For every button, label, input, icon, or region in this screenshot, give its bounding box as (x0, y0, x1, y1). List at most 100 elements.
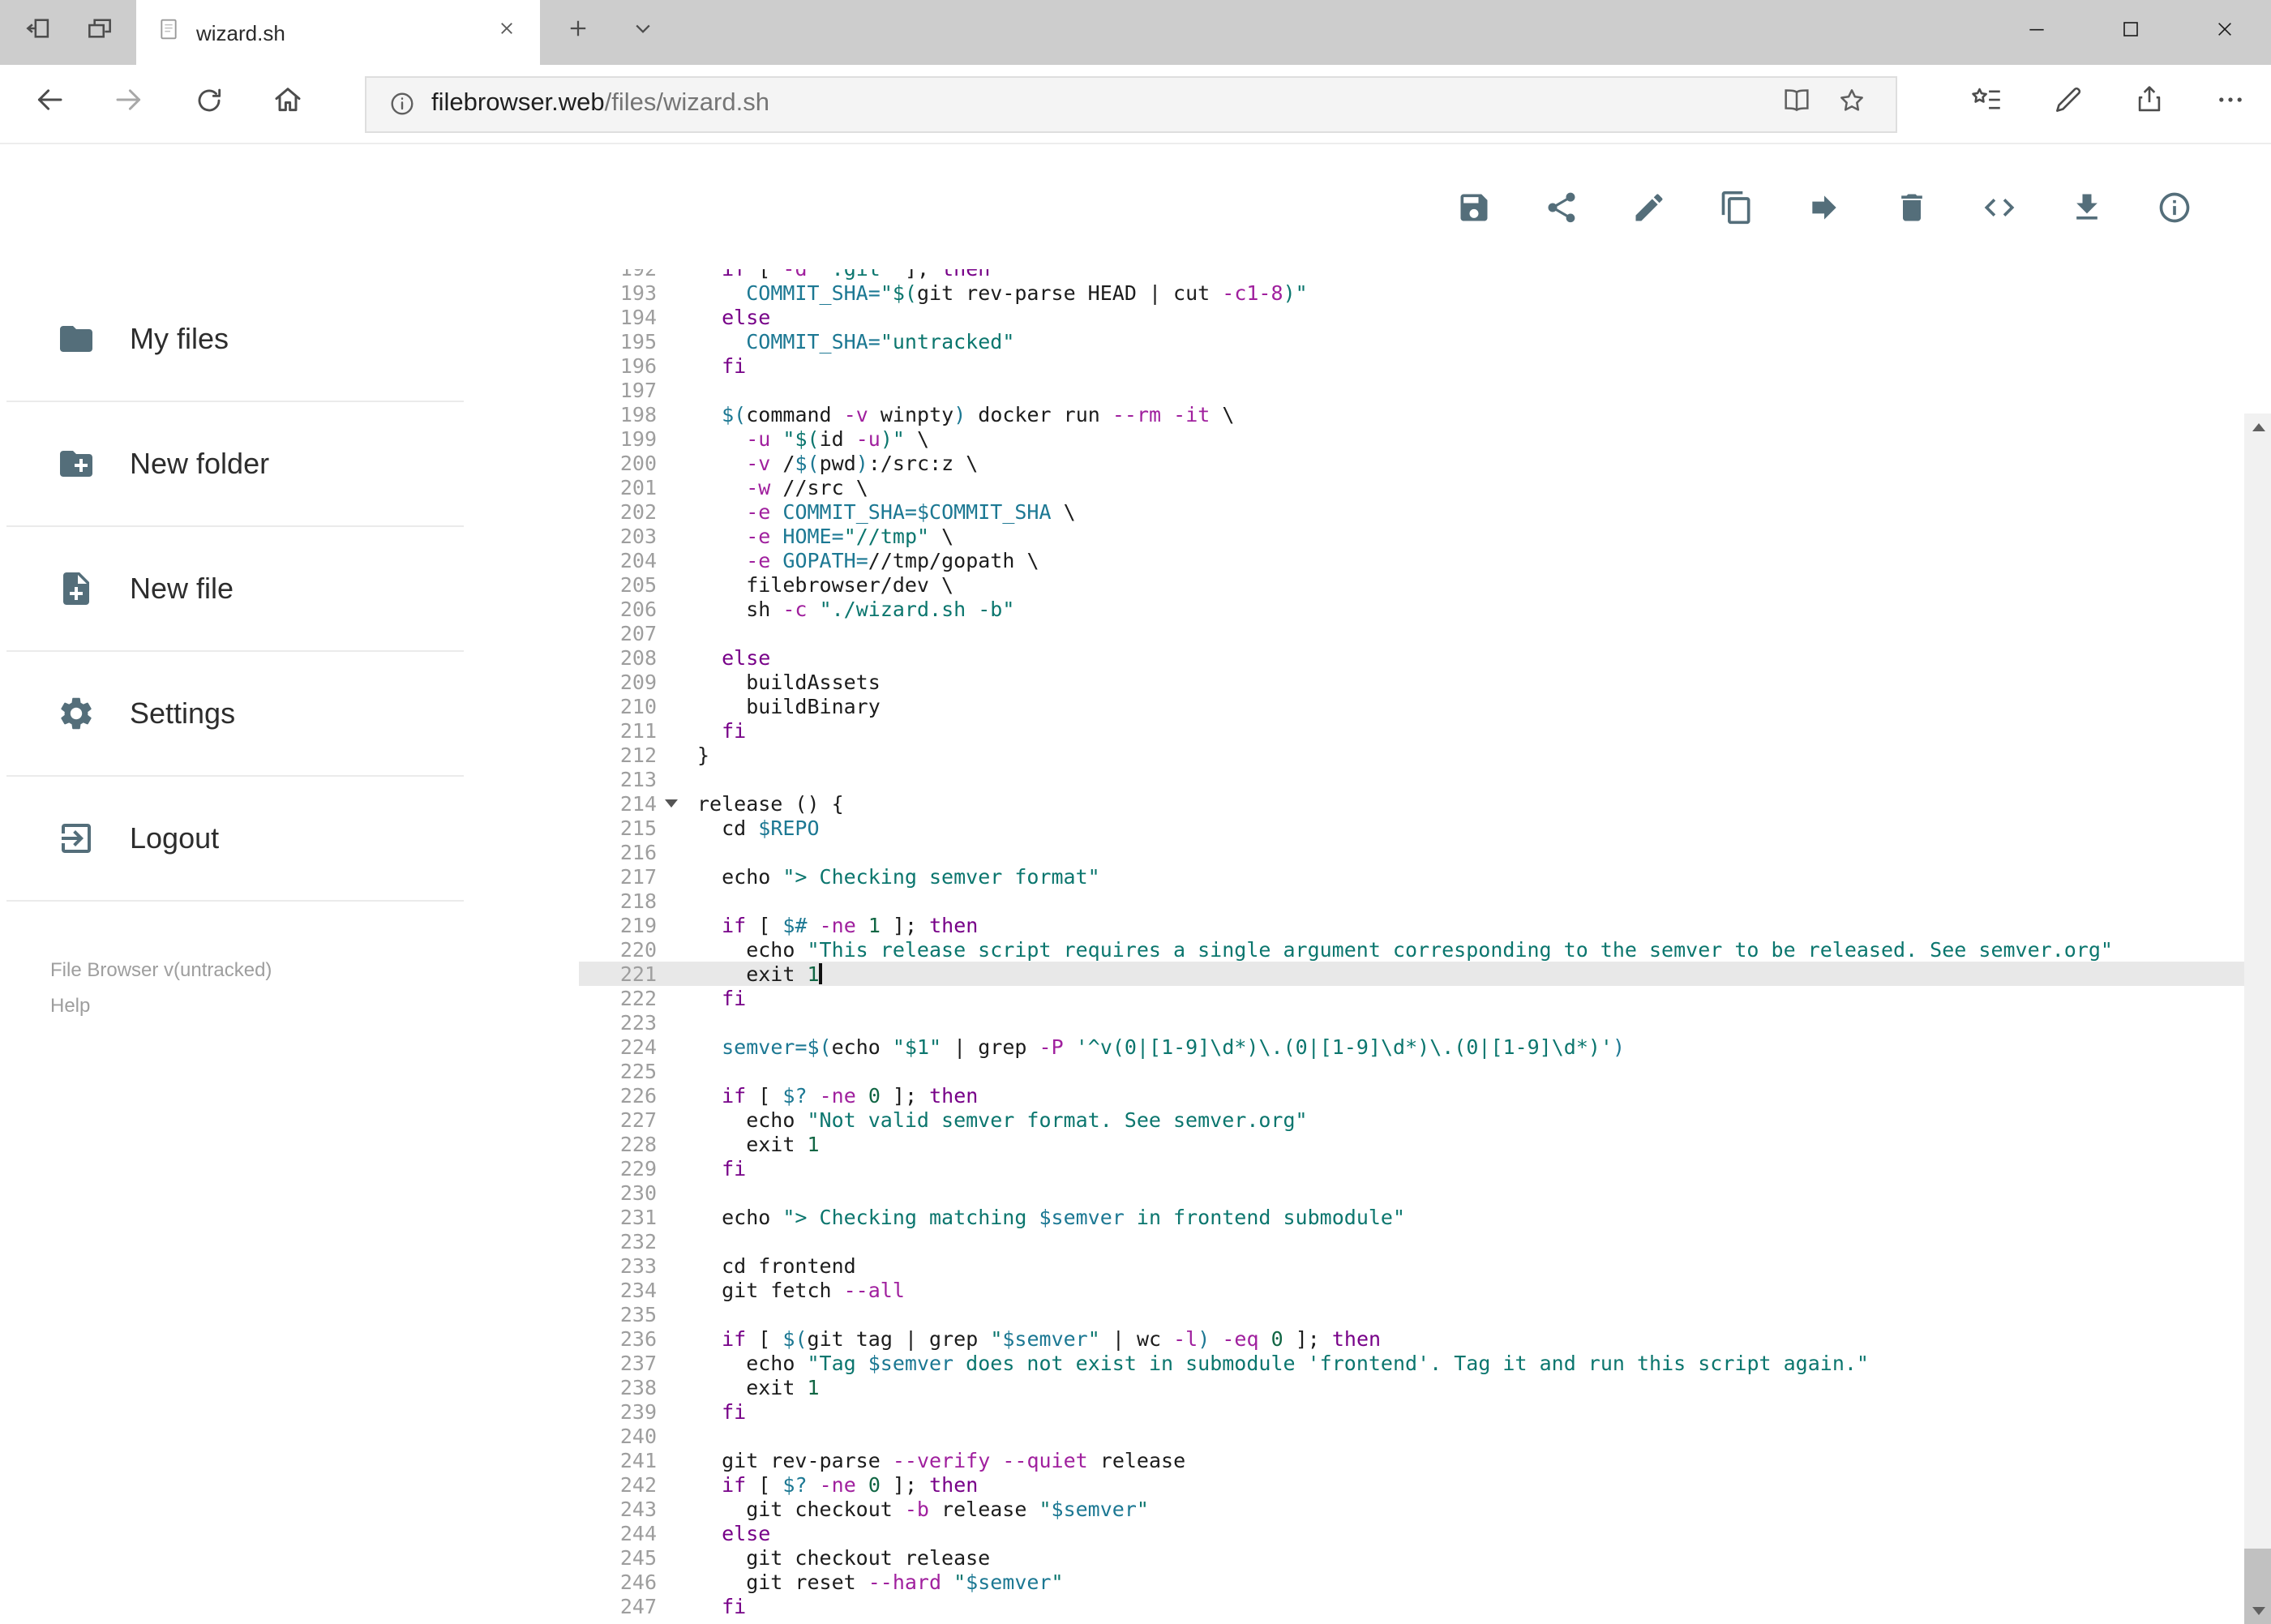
code-line[interactable]: 244 else (579, 1521, 2244, 1545)
rename-button[interactable] (1631, 190, 1667, 225)
code-line[interactable]: 238 exit 1 (579, 1375, 2244, 1399)
home-button[interactable] (248, 71, 328, 137)
code-line[interactable]: 199 -u "$(id -u)" \ (579, 426, 2244, 451)
code-line[interactable]: 203 -e HOME="//tmp" \ (579, 524, 2244, 548)
close-window-button[interactable] (2178, 0, 2271, 65)
code-line[interactable]: 224 semver=$(echo "$1" | grep -P '^v(0|[… (579, 1035, 2244, 1059)
code-line[interactable]: 243 git checkout -b release "$semver" (579, 1497, 2244, 1521)
code-line[interactable]: 217 echo "> Checking semver format" (579, 864, 2244, 889)
site-info-icon[interactable] (383, 89, 422, 118)
code-line[interactable]: 234 git fetch --all (579, 1278, 2244, 1302)
code-line[interactable]: 232 (579, 1229, 2244, 1253)
line-number: 230 (619, 1181, 657, 1205)
code-line[interactable]: 222 fi (579, 986, 2244, 1010)
tab-preview-button[interactable] (71, 0, 126, 65)
fold-marker-icon[interactable] (660, 791, 681, 816)
code-line[interactable]: 239 fi (579, 1399, 2244, 1424)
code-line[interactable]: 212} (579, 743, 2244, 767)
code-line[interactable]: 202 -e COMMIT_SHA=$COMMIT_SHA \ (579, 499, 2244, 524)
reading-view-button[interactable] (1769, 77, 1824, 131)
code-line[interactable]: 235 (579, 1302, 2244, 1326)
code-line[interactable]: 209 buildAssets (579, 670, 2244, 694)
sidebar-item-label: New file (130, 572, 234, 604)
code-line[interactable]: 223 (579, 1010, 2244, 1035)
code-line[interactable]: 197 (579, 378, 2244, 402)
code-line[interactable]: 229 fi (579, 1156, 2244, 1181)
code-line[interactable]: 220 echo "This release script requires a… (579, 937, 2244, 962)
scroll-up-arrow-icon[interactable] (2244, 413, 2271, 441)
code-line[interactable]: 215 cd $REPO (579, 816, 2244, 840)
move-button[interactable] (1806, 190, 1842, 225)
code-line[interactable]: 193 COMMIT_SHA="$(git rev-parse HEAD | c… (579, 281, 2244, 305)
code-line[interactable]: 236 if [ $(git tag | grep "$semver" | wc… (579, 1326, 2244, 1351)
code-line[interactable]: 208 else (579, 645, 2244, 670)
code-line[interactable]: 245 git checkout release (579, 1545, 2244, 1570)
refresh-button[interactable] (169, 71, 248, 137)
code-line[interactable]: 226 if [ $? -ne 0 ]; then (579, 1083, 2244, 1108)
code-line[interactable]: 196 fi (579, 354, 2244, 378)
delete-button[interactable] (1894, 190, 1930, 225)
scroll-down-arrow-icon[interactable] (2244, 1597, 2271, 1624)
code-line[interactable]: 228 exit 1 (579, 1132, 2244, 1156)
code-line[interactable]: 201 -w //src \ (579, 475, 2244, 499)
code-line[interactable]: 194 else (579, 305, 2244, 329)
code-line[interactable]: 207 (579, 621, 2244, 645)
code-line[interactable]: 225 (579, 1059, 2244, 1083)
code-line[interactable]: 213 (579, 767, 2244, 791)
sidebar-item-new-folder[interactable]: New folder (6, 402, 464, 527)
set-tabs-aside-button[interactable] (10, 0, 65, 65)
code-editor[interactable]: 192 if [ -d ".git" ]; then193 COMMIT_SHA… (579, 269, 2244, 1624)
code-line[interactable]: 247 fi (579, 1594, 2244, 1618)
minimize-button[interactable] (1990, 0, 2084, 65)
share-page-button[interactable] (2108, 71, 2189, 137)
sidebar-item-my-files[interactable]: My files (6, 277, 464, 402)
tab-close-button[interactable] (485, 0, 527, 65)
code-line[interactable]: 246 git reset --hard "$semver" (579, 1570, 2244, 1594)
page-scrollbar[interactable] (2244, 413, 2271, 1624)
code-line[interactable]: 240 (579, 1424, 2244, 1448)
add-favorite-button[interactable] (1824, 77, 1879, 131)
code-line[interactable]: 237 echo "Tag $semver does not exist in … (579, 1351, 2244, 1375)
help-link[interactable]: Help (50, 991, 470, 1020)
code-line[interactable]: 206 sh -c "./wizard.sh -b" (579, 597, 2244, 621)
browser-tab[interactable]: wizard.sh (136, 0, 540, 65)
code-line[interactable]: 204 -e GOPATH=//tmp/gopath \ (579, 548, 2244, 572)
sidebar-item-new-file[interactable]: New file (6, 527, 464, 652)
share-button[interactable] (1544, 190, 1579, 225)
code-line[interactable]: 218 (579, 889, 2244, 913)
code-line[interactable]: 241 git rev-parse --verify --quiet relea… (579, 1448, 2244, 1472)
code-line[interactable]: 205 filebrowser/dev \ (579, 572, 2244, 597)
code-line[interactable]: 230 (579, 1181, 2244, 1205)
hub-favorites-icon (1969, 83, 2003, 125)
address-input[interactable]: filebrowser.web/files/wizard.sh (365, 75, 1897, 132)
code-line[interactable]: 227 echo "Not valid semver format. See s… (579, 1108, 2244, 1132)
copy-button[interactable] (1719, 190, 1755, 225)
code-button[interactable] (1982, 190, 2017, 225)
code-line[interactable]: 221 exit 1 (579, 962, 2244, 986)
save-button[interactable] (1456, 190, 1492, 225)
code-line[interactable]: 195 COMMIT_SHA="untracked" (579, 329, 2244, 354)
hub-button[interactable] (1946, 71, 2027, 137)
code-line[interactable]: 192 if [ -d ".git" ]; then (579, 269, 2244, 281)
download-button[interactable] (2069, 190, 2105, 225)
code-line[interactable]: 219 if [ $# -ne 1 ]; then (579, 913, 2244, 937)
code-line[interactable]: 200 -v /$(pwd):/src:z \ (579, 451, 2244, 475)
code-line[interactable]: 211 fi (579, 718, 2244, 743)
code-line[interactable]: 214 release () { (579, 791, 2244, 816)
maximize-button[interactable] (2084, 0, 2178, 65)
code-line[interactable]: 242 if [ $? -ne 0 ]; then (579, 1472, 2244, 1497)
forward-button[interactable] (89, 71, 169, 137)
code-line[interactable]: 210 buildBinary (579, 694, 2244, 718)
code-line[interactable]: 216 (579, 840, 2244, 864)
code-line[interactable]: 231 echo "> Checking matching $semver in… (579, 1205, 2244, 1229)
sidebar-item-settings[interactable]: Settings (6, 652, 464, 777)
web-note-button[interactable] (2027, 71, 2108, 137)
back-button[interactable] (10, 71, 89, 137)
sidebar-item-logout[interactable]: Logout (6, 777, 464, 902)
code-line[interactable]: 233 cd frontend (579, 1253, 2244, 1278)
code-line[interactable]: 198 $(command -v winpty) docker run --rm… (579, 402, 2244, 426)
info-button[interactable] (2157, 190, 2192, 225)
more-menu-button[interactable] (2189, 71, 2270, 137)
tab-list-chevron-button[interactable] (616, 0, 668, 65)
new-tab-button[interactable] (551, 0, 603, 65)
